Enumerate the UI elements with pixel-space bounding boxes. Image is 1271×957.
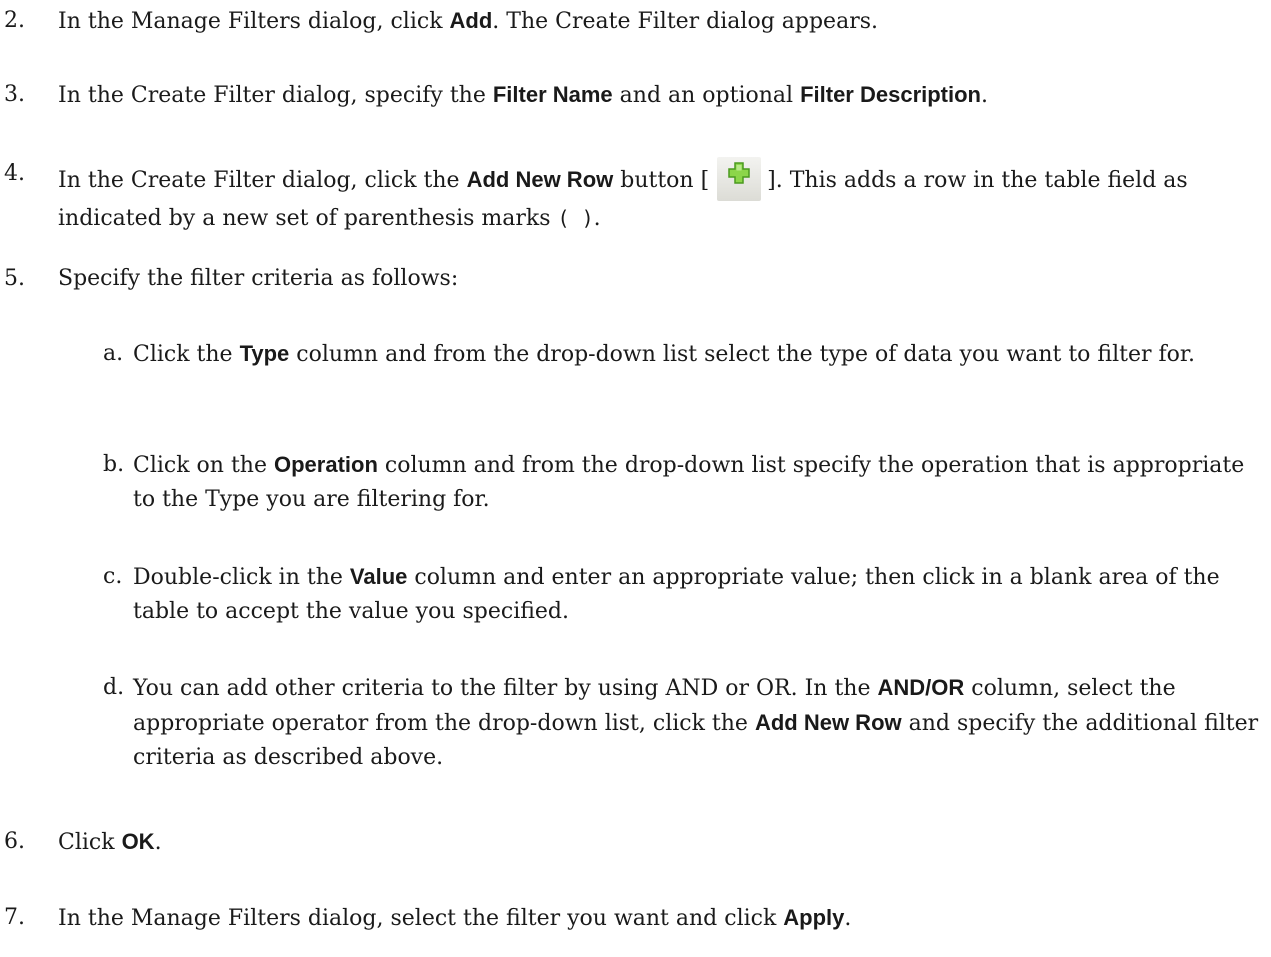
step-text: In the Create Filter dialog, click the A… — [58, 157, 1262, 236]
step-number: 2. — [4, 8, 25, 33]
ui-term-apply: Apply — [783, 905, 845, 930]
step-text-part: In the Manage Filters dialog, select the… — [58, 906, 784, 931]
ui-term-filter-description: Filter Description — [800, 82, 981, 107]
step-text-part: Click — [58, 830, 122, 855]
step-text-part: In the Create Filter dialog, specify the — [58, 83, 493, 108]
substep-text: Click the Type column and from the drop-… — [133, 337, 1262, 372]
step-text-part: button [ — [613, 168, 710, 193]
substep-text-part: Click on the — [133, 453, 274, 478]
step-text-part: In the Manage Filters dialog, click — [58, 9, 450, 34]
step-text-part: . — [981, 83, 988, 108]
step-text-part: . — [593, 206, 601, 231]
substep-text-part: You can add other criteria to the filter… — [133, 676, 878, 701]
ui-term-add-new-row: Add New Row — [466, 167, 614, 192]
step-text-part: . The Create Filter dialog appears. — [492, 9, 878, 34]
substep-letter: c. — [103, 564, 123, 589]
step-number: 3. — [4, 82, 25, 107]
step-number: 5. — [4, 266, 25, 291]
step-text-part: In the Create Filter dialog, click the — [58, 168, 467, 193]
ui-term-filter-name: Filter Name — [492, 82, 613, 107]
substep-letter: b. — [103, 452, 125, 477]
ui-term-add: Add — [449, 8, 493, 33]
step-text: Click OK. — [58, 825, 1262, 860]
ui-term-and-or: AND/OR — [877, 675, 965, 700]
add-row-plus-icon — [717, 157, 762, 201]
ui-term-type: Type — [239, 341, 290, 366]
substep-text-part: Click the — [133, 342, 240, 367]
substep-letter: a. — [103, 341, 124, 366]
ui-term-add-new-row: Add New Row — [754, 710, 902, 735]
step-text: In the Manage Filters dialog, select the… — [58, 901, 1262, 936]
substep-text: You can add other criteria to the filter… — [133, 671, 1262, 775]
ui-term-operation: Operation — [273, 452, 378, 477]
substep-text: Double-click in the Value column and ent… — [133, 560, 1262, 629]
step-number: 7. — [4, 905, 25, 930]
step-text-part: . — [844, 906, 852, 931]
substep-letter: d. — [103, 675, 125, 700]
substep-text-part: Double-click in the — [133, 565, 350, 590]
parenthesis-marks: ( ) — [557, 206, 594, 230]
step-number: 6. — [4, 829, 25, 854]
step-text-part: and an optional — [612, 83, 801, 108]
ui-term-value: Value — [349, 564, 408, 589]
step-text: Specify the filter criteria as follows: — [58, 266, 459, 291]
substep-text-part: column and from the drop-down list selec… — [289, 342, 1195, 367]
step-text: In the Create Filter dialog, specify the… — [58, 78, 1262, 113]
step-text-part: . — [154, 830, 162, 855]
step-text: In the Manage Filters dialog, click Add.… — [58, 4, 1262, 39]
substep-text: Click on the Operation column and from t… — [133, 448, 1262, 517]
ui-term-ok: OK — [121, 829, 155, 854]
step-number: 4. — [4, 161, 25, 186]
